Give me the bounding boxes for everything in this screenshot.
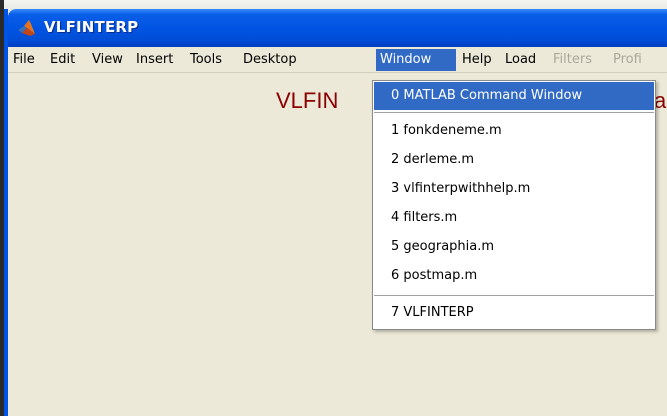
menu-file[interactable]: File [9, 49, 39, 71]
matlab-logo-icon[interactable] [18, 19, 36, 37]
menu-bar: File Edit View Insert Tools Desktop Wind… [8, 47, 667, 73]
menu-insert[interactable]: Insert [132, 49, 177, 71]
menu-edit[interactable]: Edit [46, 49, 79, 71]
window-menu-item-filters[interactable]: 4 filters.m [374, 204, 654, 232]
screen: VLFINTERP File Edit View Insert Tools De… [0, 0, 667, 416]
window-menu-item-derleme[interactable]: 2 derleme.m [374, 146, 654, 174]
menu-load[interactable]: Load [501, 49, 540, 71]
menu-help[interactable]: Help [458, 49, 496, 71]
window-menu-item-vlfinterpwithhelp[interactable]: 3 vlfinterpwithhelp.m [374, 175, 654, 203]
menu-view[interactable]: View [88, 49, 127, 71]
window-title: VLFINTERP [44, 18, 139, 36]
menu-tools[interactable]: Tools [186, 49, 226, 71]
menu-desktop[interactable]: Desktop [239, 49, 301, 71]
menu-filters[interactable]: Filters [549, 49, 596, 71]
title-bar[interactable]: VLFINTERP [8, 9, 667, 47]
window-menu-item-fonkdeneme[interactable]: 1 fonkdeneme.m [374, 117, 654, 145]
window-menu-dropdown: 0 MATLAB Command Window 1 fonkdeneme.m 2… [372, 80, 656, 330]
menu-separator [374, 112, 654, 113]
menu-window[interactable]: Window [376, 49, 456, 71]
window-menu-item-postmap[interactable]: 6 postmap.m [374, 262, 654, 290]
figure-heading: VLFIN [276, 88, 339, 113]
window-menu-item-command-window[interactable]: 0 MATLAB Command Window [374, 82, 654, 110]
window-menu-item-vlfinterp[interactable]: 7 VLFINTERP [374, 299, 654, 327]
menu-profile[interactable]: Profi [609, 49, 646, 71]
menu-separator [374, 295, 654, 296]
window-menu-item-geographia[interactable]: 5 geographia.m [374, 233, 654, 261]
